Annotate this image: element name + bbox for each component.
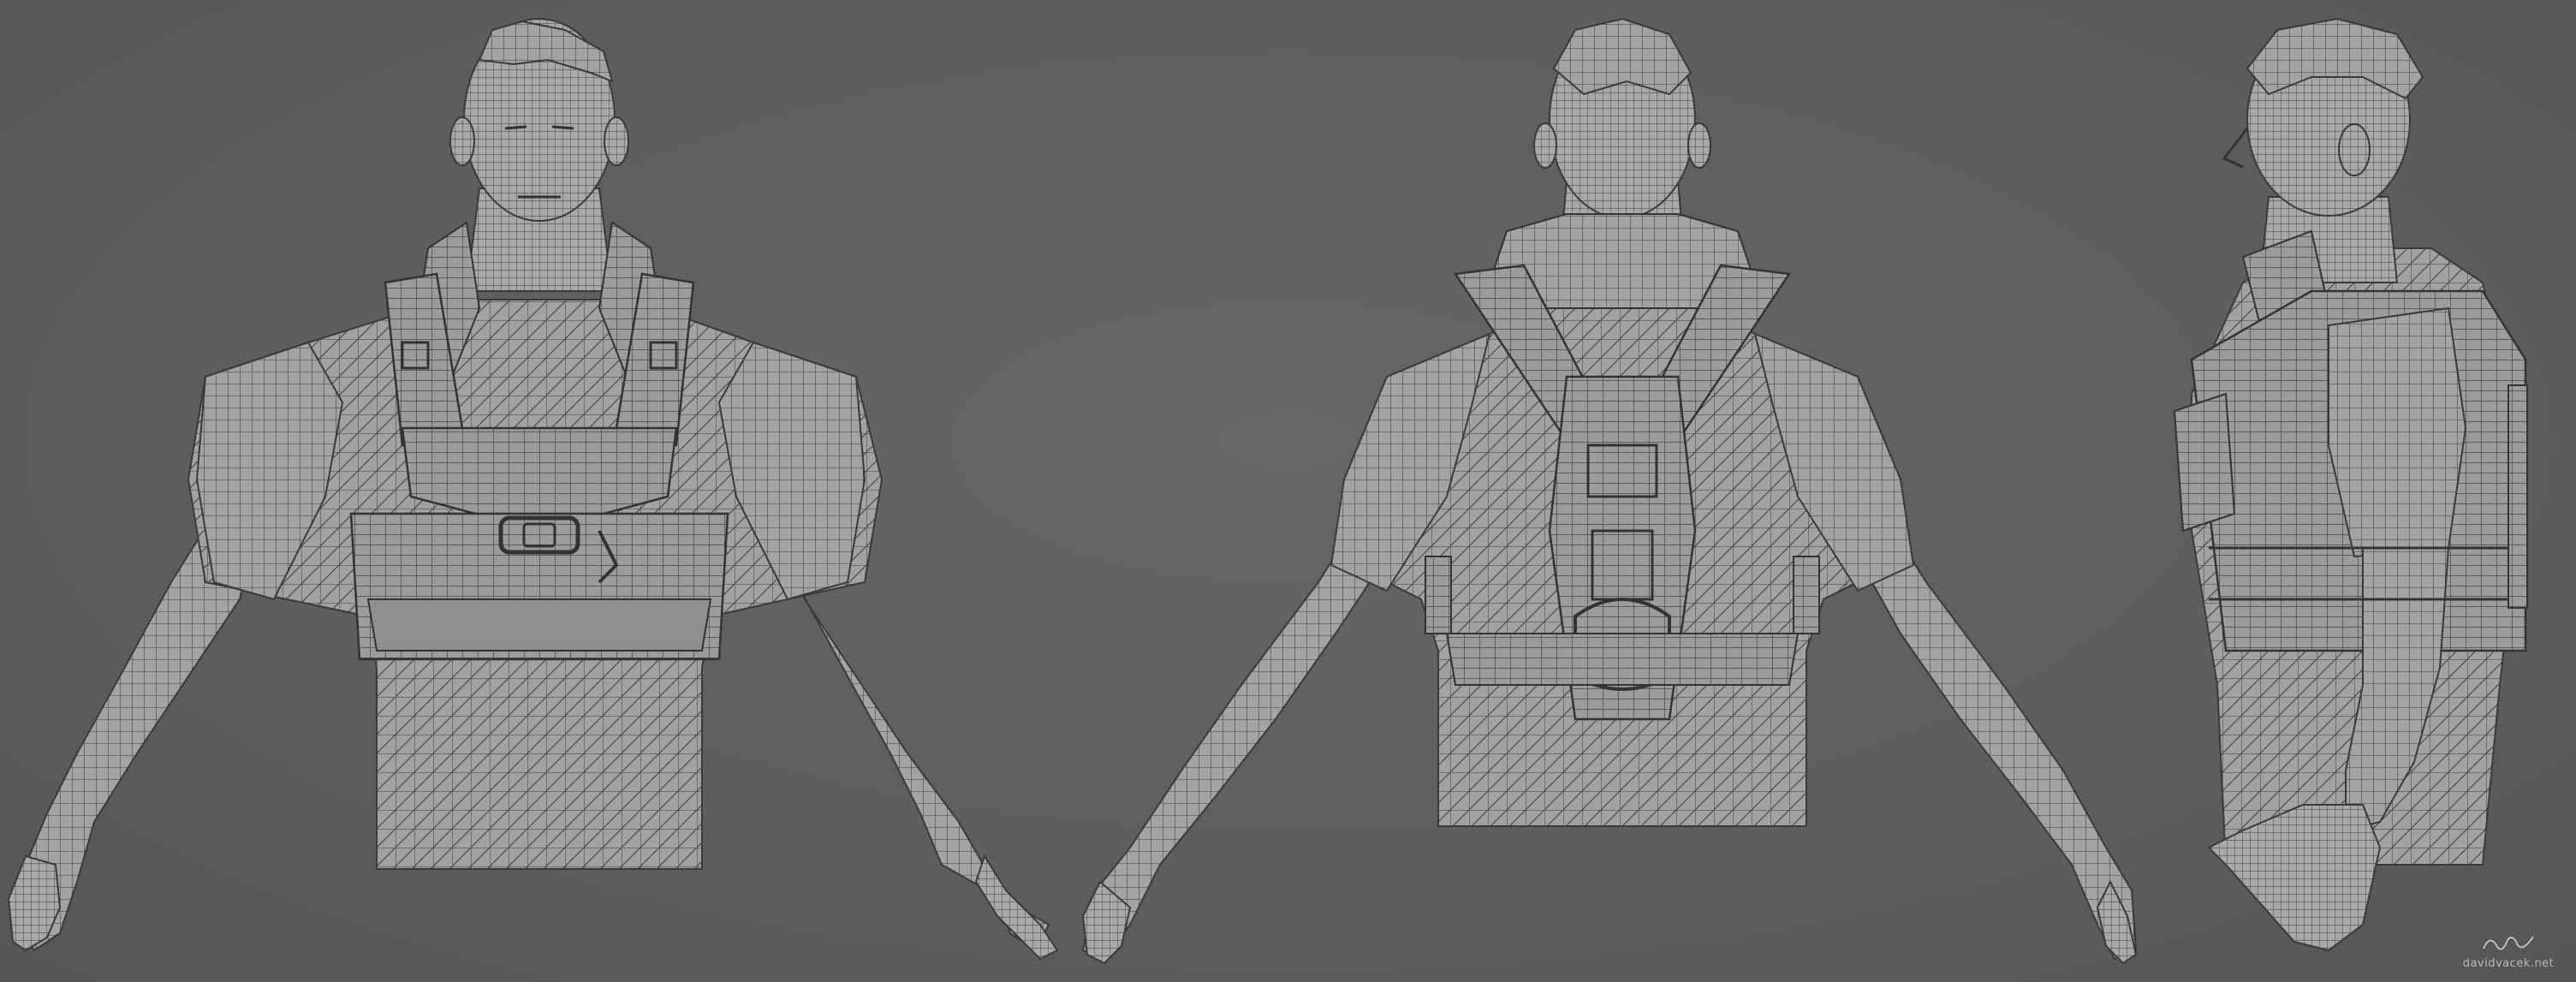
- render-canvas: davidvacek.net: [0, 0, 2576, 982]
- watermark-text: davidvacek.net: [2462, 957, 2555, 970]
- front-view-model: [7, 18, 1059, 961]
- back-view-model: [1081, 17, 2138, 965]
- side-view-model: [2173, 17, 2528, 952]
- wireframe-renders: [7, 17, 2528, 965]
- watermark-signature: davidvacek.net: [2461, 930, 2555, 970]
- signature-logo-icon: [2483, 936, 2534, 950]
